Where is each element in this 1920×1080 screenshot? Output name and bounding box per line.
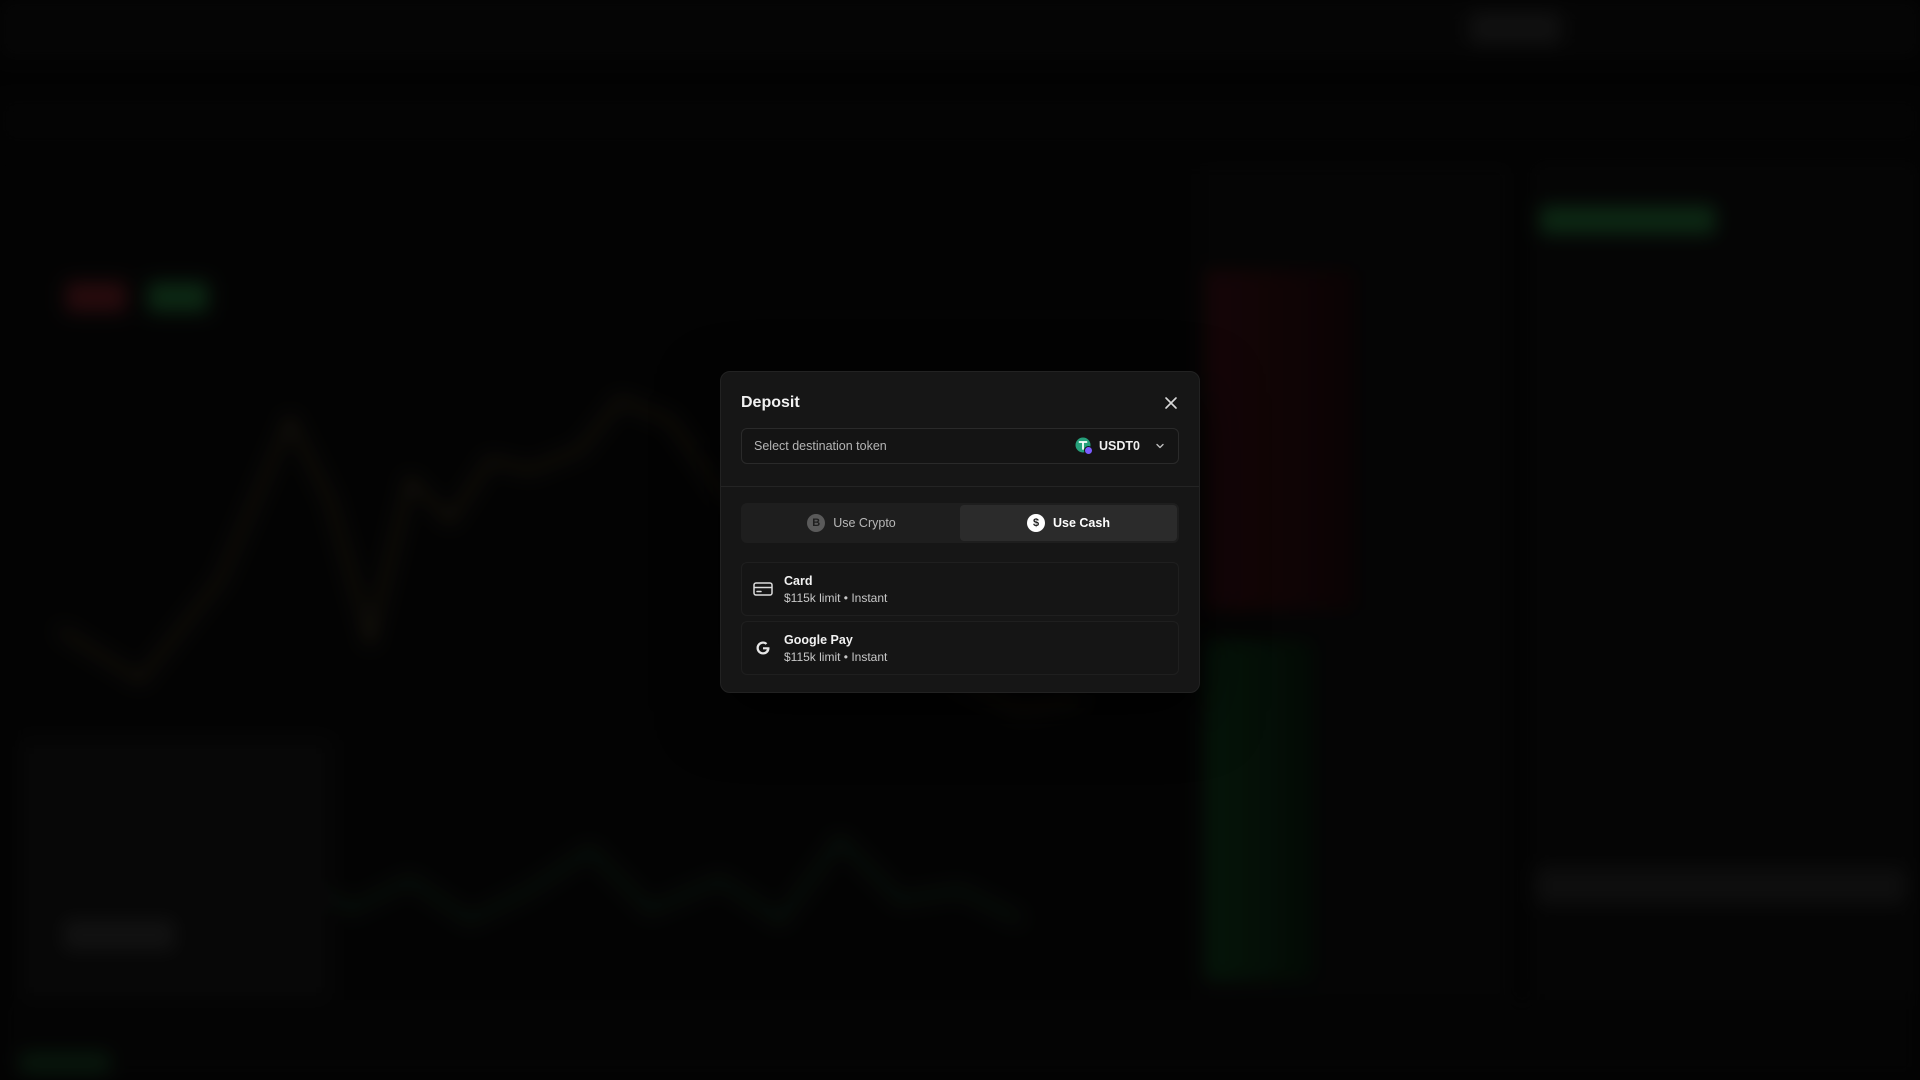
google-pay-method-text: Google Pay $115k limit • Instant [784,633,887,664]
deposit-modal: Deposit Select destination token USDT0 B… [720,371,1200,693]
dollar-icon: $ [1027,514,1045,532]
google-pay-method-title: Google Pay [784,632,853,647]
selected-token: USDT0 [1075,437,1166,455]
usdt0-token-icon [1075,437,1094,455]
modal-header: Deposit [741,390,1179,416]
card-method-text: Card $115k limit • Instant [784,574,887,605]
card-method-subtitle: $115k limit • Instant [784,590,888,605]
chevron-down-icon [1156,443,1164,449]
tab-use-cash-label: Use Cash [1053,516,1110,530]
modal-title: Deposit [741,394,800,411]
token-select-label: Select destination token [754,439,887,453]
card-method-title: Card [784,573,813,588]
credit-card-icon [752,578,774,600]
google-pay-method-subtitle: $115k limit • Instant [784,649,888,664]
tab-use-crypto-label: Use Crypto [833,516,896,530]
destination-token-select[interactable]: Select destination token USDT0 [741,428,1179,464]
modal-divider [721,486,1199,487]
close-button[interactable] [1159,391,1183,415]
google-icon [752,637,774,659]
bitcoin-icon: B [807,514,826,532]
tab-use-crypto[interactable]: B Use Crypto [743,505,960,541]
close-icon [1165,397,1177,409]
tab-use-cash[interactable]: $ Use Cash [960,505,1177,541]
payment-method-google-pay[interactable]: Google Pay $115k limit • Instant [741,621,1179,675]
payment-method-card[interactable]: Card $115k limit • Instant [741,562,1179,616]
deposit-method-tabs: B Use Crypto $ Use Cash [741,503,1179,543]
selected-token-name: USDT0 [1099,439,1140,453]
